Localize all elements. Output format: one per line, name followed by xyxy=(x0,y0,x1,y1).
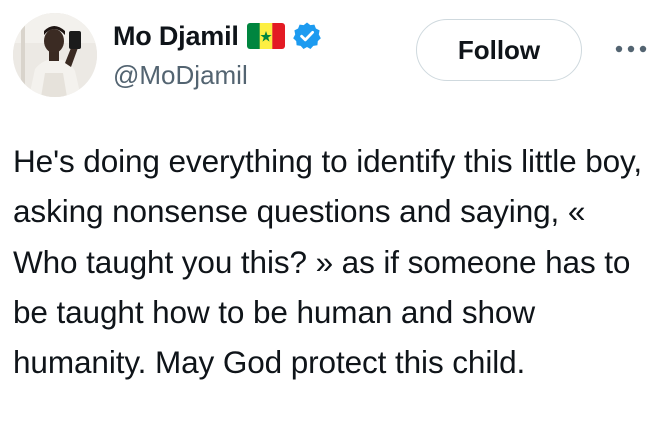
more-horizontal-icon xyxy=(615,45,647,53)
tweet-text: He's doing everything to identify this l… xyxy=(13,143,643,381)
senegal-flag-icon xyxy=(246,23,285,49)
author-handle[interactable]: @MoDjamil xyxy=(113,60,248,91)
avatar-image xyxy=(13,13,97,97)
verified-badge-icon xyxy=(292,21,322,51)
tweet-header: Mo Djamil @MoDjamil Follow xyxy=(0,0,661,120)
more-options-button[interactable] xyxy=(609,34,653,64)
author-display-name[interactable]: Mo Djamil xyxy=(113,21,239,52)
author-name-row: Mo Djamil xyxy=(113,18,322,54)
avatar[interactable] xyxy=(13,13,97,97)
follow-button[interactable]: Follow xyxy=(416,19,582,81)
